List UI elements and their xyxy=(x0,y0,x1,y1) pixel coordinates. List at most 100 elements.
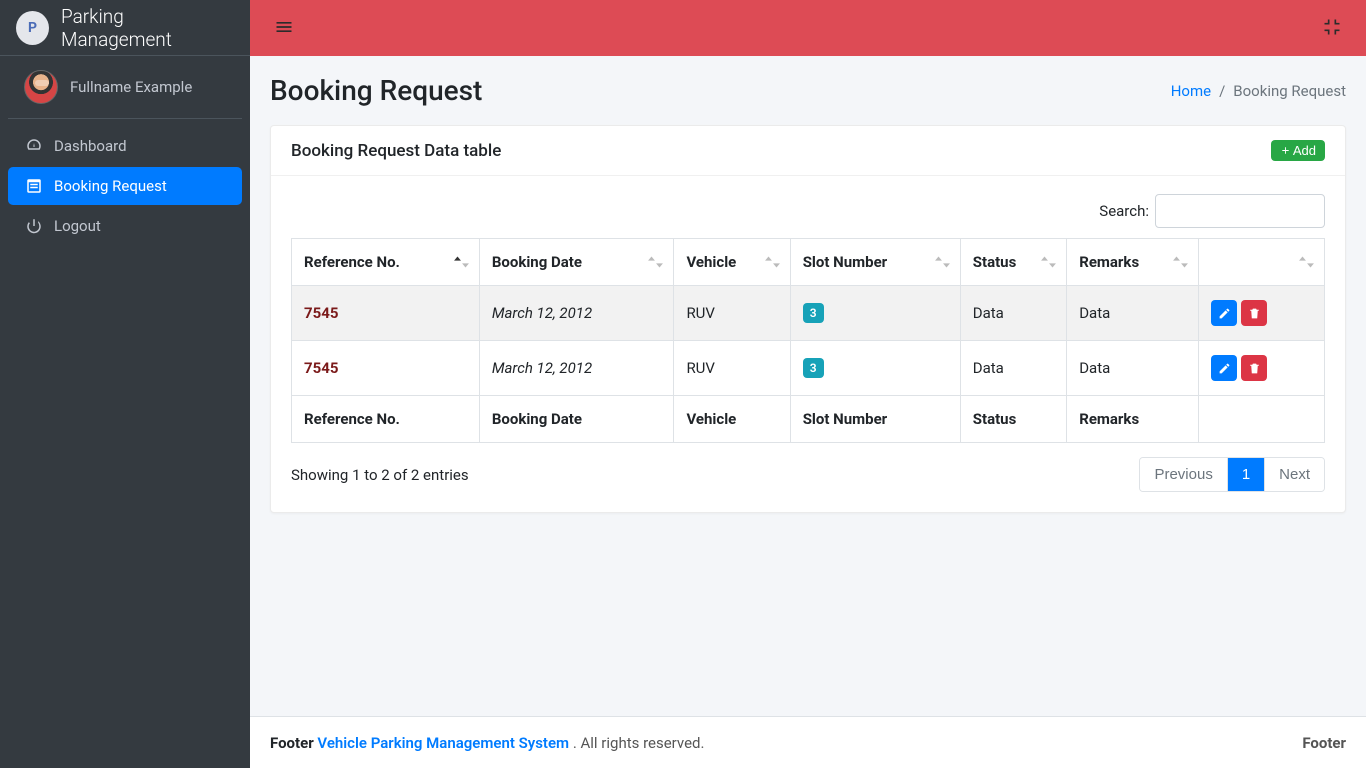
footer-system-link[interactable]: Vehicle Parking Management System xyxy=(317,734,569,752)
user-panel: Fullname Example xyxy=(8,56,242,119)
breadcrumb: Home / Booking Request xyxy=(1171,82,1346,100)
power-icon xyxy=(22,217,46,235)
card: Booking Request Data table Add Search: R… xyxy=(270,125,1346,513)
dashboard-icon xyxy=(22,137,46,155)
sidebar-item-label: Logout xyxy=(54,217,101,235)
sidebar-item-logout[interactable]: Logout xyxy=(8,207,242,245)
table-body: 7545 March 12, 2012 RUV 3 DataData 7545 March … xyxy=(292,286,1325,396)
table-search: Search: xyxy=(291,194,1325,228)
sidebar-item-booking-request[interactable]: Booking Request xyxy=(8,167,242,205)
brand-logo-icon: P xyxy=(16,11,49,45)
compress-icon xyxy=(1322,17,1342,37)
column-header[interactable]: Reference No. xyxy=(292,239,480,286)
cell-status: Data xyxy=(960,341,1066,396)
edit-button[interactable] xyxy=(1211,355,1237,381)
avatar xyxy=(24,70,58,104)
slot-badge: 3 xyxy=(803,303,824,323)
cell-vehicle: RUV xyxy=(674,286,790,341)
slot-badge: 3 xyxy=(803,358,824,378)
brand-title: Parking Management xyxy=(61,5,234,51)
main: Booking Request Home / Booking Request B… xyxy=(250,0,1366,768)
column-header[interactable]: Status xyxy=(960,239,1066,286)
column-header[interactable]: Slot Number xyxy=(790,239,960,286)
edit-button[interactable] xyxy=(1211,300,1237,326)
footer-right-label: Footer xyxy=(1302,734,1346,752)
delete-button[interactable] xyxy=(1241,300,1267,326)
column-footer: Remarks xyxy=(1067,396,1199,443)
footer-left-label: Footer xyxy=(270,734,314,752)
row-actions xyxy=(1211,300,1312,326)
booking-icon xyxy=(22,177,46,195)
sidebar: P Parking Management Fullname Example Da… xyxy=(0,0,250,768)
table-head: Reference No. Booking Date Vehicle Slot Num… xyxy=(292,239,1325,286)
cell-remarks: Data xyxy=(1067,286,1199,341)
fullscreen-collapse-button[interactable] xyxy=(1316,11,1348,46)
breadcrumb-separator: / xyxy=(1219,82,1225,100)
plus-icon xyxy=(1280,145,1291,156)
sidebar-item-dashboard[interactable]: Dashboard xyxy=(8,127,242,165)
add-button-label: Add xyxy=(1293,143,1316,158)
cell-vehicle: RUV xyxy=(674,341,790,396)
sidebar-item-label: Booking Request xyxy=(54,177,167,195)
table-footer: Showing 1 to 2 of 2 entries Previous1Nex… xyxy=(291,457,1325,492)
search-input[interactable] xyxy=(1155,194,1325,228)
column-header[interactable]: Remarks xyxy=(1067,239,1199,286)
search-label: Search: xyxy=(1099,202,1149,220)
card-body: Search: Reference No. Booking Date Vehicle… xyxy=(271,176,1345,512)
table-row: 7545 March 12, 2012 RUV 3 DataData xyxy=(292,341,1325,396)
column-header[interactable] xyxy=(1199,239,1325,286)
cell-reference: 7545 xyxy=(304,359,338,377)
column-footer xyxy=(1199,396,1325,443)
footer-rights: All rights reserved. xyxy=(581,734,705,752)
trash-icon xyxy=(1248,307,1261,320)
menu-toggle-button[interactable] xyxy=(268,11,300,46)
trash-icon xyxy=(1248,362,1261,375)
column-header[interactable]: Vehicle xyxy=(674,239,790,286)
cell-reference: 7545 xyxy=(304,304,338,322)
column-header[interactable]: Booking Date xyxy=(479,239,674,286)
add-button[interactable]: Add xyxy=(1271,140,1325,161)
column-footer: Status xyxy=(960,396,1066,443)
page-number-button[interactable]: 1 xyxy=(1228,458,1265,491)
pagination: Previous1Next xyxy=(1139,457,1325,492)
topbar xyxy=(250,0,1366,56)
footer-right: Footer xyxy=(1302,734,1346,752)
nav-menu: Dashboard Booking Request Logout xyxy=(0,127,250,247)
table-row: 7545 March 12, 2012 RUV 3 DataData xyxy=(292,286,1325,341)
column-label: Status xyxy=(973,253,1017,271)
data-table: Reference No.Booking DateVehicleSlot Num… xyxy=(291,238,1325,443)
card-title: Booking Request Data table xyxy=(291,141,501,161)
cell-remarks: Data xyxy=(1067,341,1199,396)
table-info: Showing 1 to 2 of 2 entries xyxy=(291,466,469,484)
edit-icon xyxy=(1218,362,1231,375)
bars-icon xyxy=(274,17,294,37)
edit-icon xyxy=(1218,307,1231,320)
page-prev-button[interactable]: Previous xyxy=(1140,458,1227,491)
column-footer: Slot Number xyxy=(790,396,960,443)
row-actions xyxy=(1211,355,1312,381)
table-foot: Reference No.Booking DateVehicleSlot Num… xyxy=(292,396,1325,443)
breadcrumb-current: Booking Request xyxy=(1233,82,1346,100)
column-label: Reference No. xyxy=(304,253,400,271)
column-footer: Reference No. xyxy=(292,396,480,443)
card-header: Booking Request Data table Add xyxy=(271,126,1345,176)
cell-booking-date: March 12, 2012 xyxy=(492,304,592,322)
column-label: Remarks xyxy=(1079,253,1139,271)
page-footer: Footer Vehicle Parking Management System… xyxy=(250,716,1366,768)
sidebar-item-label: Dashboard xyxy=(54,137,127,155)
column-label: Slot Number xyxy=(803,253,888,271)
footer-left: Footer Vehicle Parking Management System… xyxy=(270,734,704,752)
page-title: Booking Request xyxy=(270,74,482,107)
column-label: Vehicle xyxy=(686,253,736,271)
user-name: Fullname Example xyxy=(70,78,192,96)
column-footer: Vehicle xyxy=(674,396,790,443)
column-label: Booking Date xyxy=(492,253,582,271)
footer-dot: . xyxy=(573,734,581,752)
content-body: Booking Request Data table Add Search: R… xyxy=(250,113,1366,716)
cell-booking-date: March 12, 2012 xyxy=(492,359,592,377)
brand: P Parking Management xyxy=(0,0,250,56)
cell-status: Data xyxy=(960,286,1066,341)
breadcrumb-home-link[interactable]: Home xyxy=(1171,82,1211,100)
delete-button[interactable] xyxy=(1241,355,1267,381)
page-next-button[interactable]: Next xyxy=(1265,458,1324,491)
